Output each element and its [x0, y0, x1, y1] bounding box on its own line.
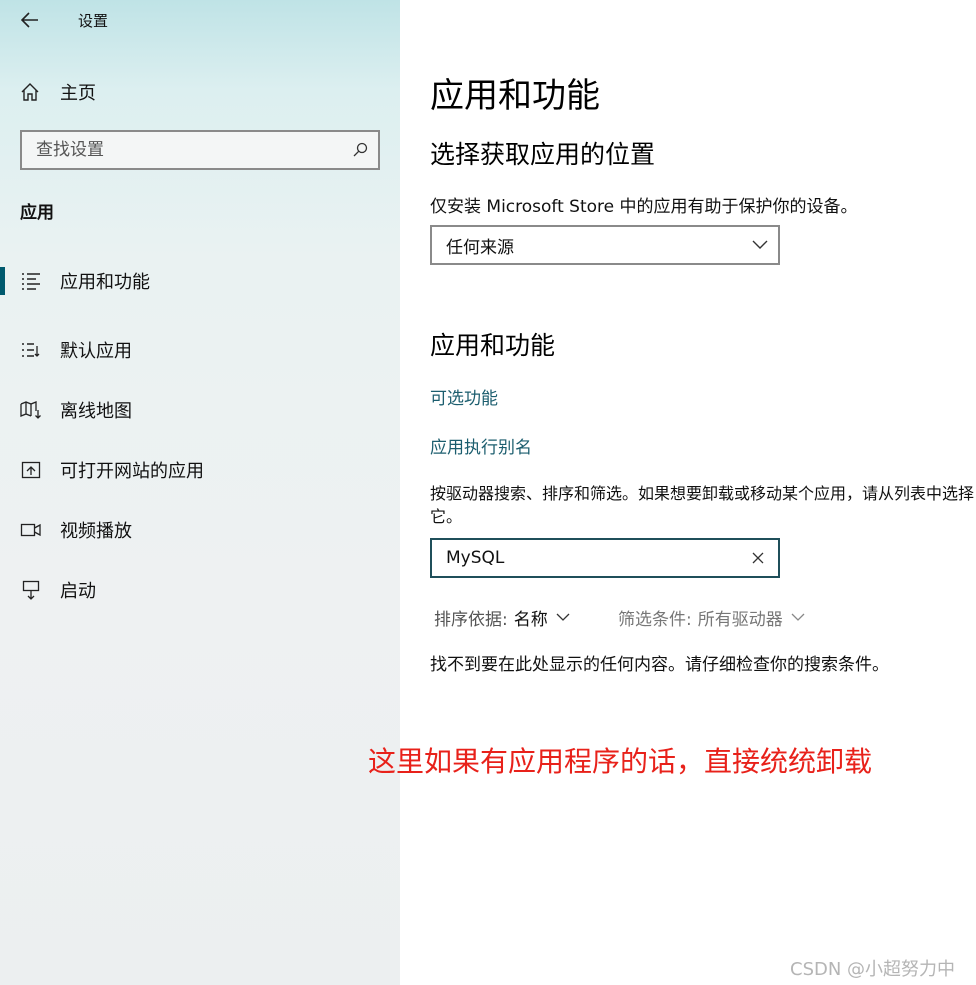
sort-value: 名称	[513, 610, 548, 630]
apps-for-websites-icon	[20, 459, 42, 481]
home-icon	[21, 83, 39, 101]
choose-location-heading: 选择获取应用的位置	[430, 140, 656, 169]
chevron-down-icon	[791, 613, 805, 622]
optional-features-link[interactable]: 可选功能	[430, 384, 498, 409]
clear-search-button[interactable]	[748, 548, 768, 568]
video-playback-icon	[20, 519, 42, 541]
chevron-down-icon	[752, 240, 768, 249]
sidebar-section-heading: 应用	[20, 203, 54, 223]
sidebar-item-default-apps[interactable]: 默认应用	[0, 320, 400, 380]
sidebar-item-label: 离线地图	[60, 401, 132, 422]
sidebar-item-label: 视频播放	[60, 521, 132, 542]
sort-label: 排序依据:	[434, 610, 508, 630]
settings-search-input[interactable]	[22, 132, 342, 168]
filter-value: 所有驱动器	[697, 610, 783, 630]
main-content: 应用和功能 选择获取应用的位置 仅安装 Microsoft Store 中的应用…	[400, 0, 976, 985]
sidebar-item-apps-features[interactable]: 应用和功能	[0, 260, 400, 302]
home-label: 主页	[60, 83, 96, 104]
sidebar-item-startup[interactable]: 启动	[0, 560, 400, 620]
apps-features-icon	[20, 270, 42, 292]
search-icon[interactable]	[342, 142, 378, 158]
sidebar-item-label: 应用和功能	[60, 272, 150, 293]
app-list-search[interactable]	[430, 538, 780, 578]
default-apps-icon	[20, 339, 42, 361]
app-source-value: 任何来源	[446, 237, 514, 258]
app-source-dropdown[interactable]: 任何来源	[430, 225, 780, 265]
sidebar-item-label: 启动	[60, 581, 96, 602]
sidebar-item-video-playback[interactable]: 视频播放	[0, 500, 400, 560]
settings-search[interactable]	[20, 130, 380, 170]
back-button[interactable]	[14, 6, 46, 34]
sidebar-item-offline-maps[interactable]: 离线地图	[0, 380, 400, 440]
apps-features-description: 按驱动器搜索、排序和筛选。如果想要卸载或移动某个应用，请从列表中选择它。	[430, 484, 975, 526]
app-execution-alias-link[interactable]: 应用执行别名	[430, 433, 532, 458]
sort-by-control[interactable]: 排序依据: 名称	[434, 605, 570, 630]
window-title: 设置	[78, 12, 109, 30]
sidebar: 设置 主页 应用 应用和功能	[0, 0, 400, 985]
startup-icon	[20, 579, 42, 601]
chevron-down-icon	[556, 613, 570, 622]
filter-by-control[interactable]: 筛选条件: 所有驱动器	[618, 605, 805, 630]
filter-label: 筛选条件:	[618, 610, 692, 630]
title-bar: 设置	[0, 0, 400, 40]
sidebar-nav: 应用和功能 默认应用 离线地图 可打开网站的应用 视频播放 启动	[0, 260, 400, 620]
watermark: CSDN @小超努力中	[790, 959, 956, 980]
annotation-text: 这里如果有应用程序的话，直接统统卸载	[368, 745, 873, 778]
empty-results-message: 找不到要在此处显示的任何内容。请仔细检查你的搜索条件。	[430, 655, 889, 675]
sidebar-item-home[interactable]: 主页	[20, 78, 96, 106]
close-icon	[752, 552, 764, 564]
choose-location-description: 仅安装 Microsoft Store 中的应用有助于保护你的设备。	[430, 197, 858, 217]
page-title: 应用和功能	[430, 76, 600, 116]
sidebar-item-apps-for-websites[interactable]: 可打开网站的应用	[0, 440, 400, 500]
sidebar-item-label: 可打开网站的应用	[60, 461, 204, 482]
app-list-search-input[interactable]	[446, 540, 748, 576]
sidebar-item-label: 默认应用	[60, 341, 132, 362]
offline-maps-icon	[20, 399, 42, 421]
apps-features-heading: 应用和功能	[430, 331, 556, 360]
back-arrow-icon	[21, 12, 38, 28]
